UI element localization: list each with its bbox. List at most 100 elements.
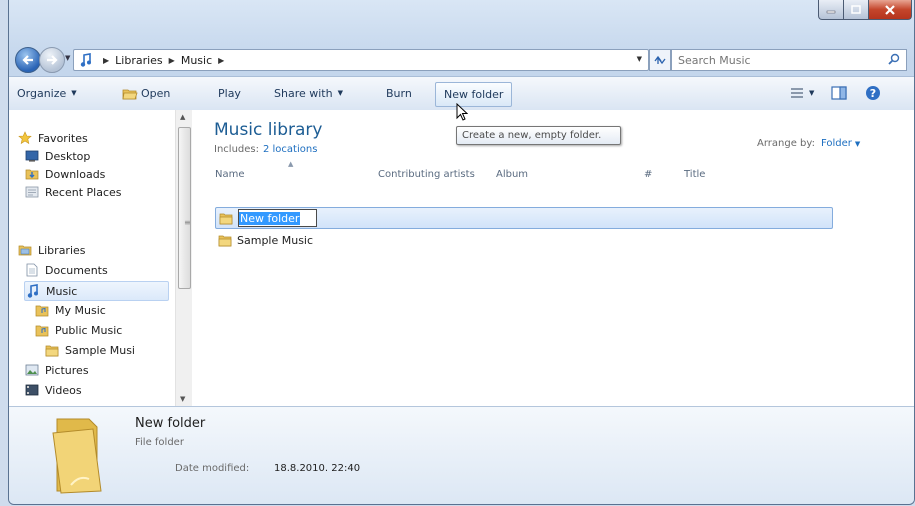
details-date-value: 18.8.2010. 22:40 (274, 463, 361, 474)
help-icon: ? (866, 86, 880, 100)
search-box[interactable] (671, 49, 907, 71)
downloads-folder-icon (24, 166, 40, 182)
details-pane: New folder File folder Date modified: 18… (9, 406, 914, 504)
desktop-icon (24, 148, 40, 164)
refresh-button[interactable] (649, 49, 671, 71)
navigation-row: ▼ ▶ Libraries ▶ Music ▶ ▼ (9, 46, 914, 74)
nav-item-public-music[interactable]: Public Music (34, 321, 122, 339)
libraries-icon (17, 242, 33, 258)
breadcrumb-separator[interactable]: ▶ (218, 56, 224, 65)
sort-ascending-icon: ▲ (288, 160, 294, 168)
column-header-album[interactable]: Album (496, 169, 528, 180)
nav-item-music[interactable]: Music (24, 281, 169, 301)
nav-item-videos[interactable]: Videos (24, 381, 82, 399)
mouse-cursor-icon (456, 103, 468, 121)
view-list-icon (791, 88, 803, 98)
breadcrumb-separator[interactable]: ▶ (169, 56, 175, 65)
open-button[interactable]: Open (122, 77, 170, 110)
scroll-down-icon[interactable]: ▼ (180, 395, 185, 403)
list-item[interactable]: Sample Music (215, 230, 831, 250)
share-with-button[interactable]: Share with ▼ (274, 77, 343, 110)
nav-item-desktop[interactable]: Desktop (24, 147, 90, 165)
nav-label: Libraries (38, 243, 86, 257)
folder-icon (219, 212, 235, 225)
scrollbar-thumb[interactable]: ≡ (178, 127, 191, 289)
back-arrow-icon (22, 55, 33, 65)
chevron-down-icon: ▼ (809, 89, 815, 97)
nav-label: Downloads (45, 167, 106, 181)
details-item-type: File folder (135, 437, 184, 448)
chevron-down-icon: ▼ (71, 89, 77, 97)
nav-item-documents[interactable]: Documents (24, 261, 108, 279)
help-button[interactable]: ? (865, 85, 881, 101)
library-includes: Includes: 2 locations (214, 144, 317, 155)
nav-label: Recent Places (45, 185, 122, 199)
change-view-button[interactable]: ▼ (789, 85, 814, 101)
nav-item-downloads[interactable]: Downloads (24, 165, 105, 183)
nav-item-favorites[interactable]: Favorites (17, 129, 88, 147)
nav-pane-scrollbar[interactable]: ▲ ≡ ▼ (175, 110, 192, 406)
nav-label: My Music (55, 303, 106, 317)
organize-label: Organize (17, 87, 67, 100)
burn-button[interactable]: Burn (386, 77, 412, 110)
nav-label: Music (46, 284, 78, 298)
nav-item-recent-places[interactable]: Recent Places (24, 183, 122, 201)
preview-pane-button[interactable] (831, 85, 847, 101)
nav-item-pictures[interactable]: Pictures (24, 361, 89, 379)
list-item[interactable]: New folder (215, 207, 833, 229)
maximize-button[interactable] (844, 0, 869, 20)
close-icon (885, 4, 895, 15)
star-icon (17, 130, 33, 146)
chevron-down-icon: ▼ (337, 89, 343, 97)
nav-label: Documents (45, 263, 108, 277)
document-icon (24, 262, 40, 278)
grip-icon: ≡ (184, 218, 191, 227)
window-controls (818, 0, 912, 20)
column-header-track-number[interactable]: # (644, 169, 652, 180)
navigation-pane: Favorites Desktop Downloads Recent Place… (9, 110, 175, 406)
breadcrumb-libraries[interactable]: Libraries (115, 54, 163, 67)
minimize-button[interactable] (818, 0, 844, 20)
breadcrumb-music[interactable]: Music (181, 54, 212, 67)
column-header-contributing-artists[interactable]: Contributing artists (378, 169, 475, 180)
file-name: Sample Music (237, 233, 314, 247)
close-button[interactable] (869, 0, 912, 20)
open-label: Open (141, 87, 171, 100)
details-item-name: New folder (135, 416, 206, 431)
search-icon[interactable] (888, 53, 900, 65)
scroll-up-icon[interactable]: ▲ (180, 113, 185, 121)
preview-pane-icon (831, 86, 847, 100)
organize-button[interactable]: Organize ▼ (17, 77, 77, 110)
videos-icon (24, 382, 40, 398)
nav-item-sample-music[interactable]: Sample Musi (44, 341, 135, 359)
content-area: Favorites Desktop Downloads Recent Place… (9, 110, 914, 406)
arrange-by-dropdown[interactable]: Folder (821, 138, 852, 149)
forward-button[interactable] (39, 47, 65, 73)
nav-item-libraries[interactable]: Libraries (17, 241, 86, 259)
includes-label: Includes: (214, 144, 259, 155)
rename-input[interactable]: New folder (238, 209, 318, 227)
address-history-dropdown[interactable]: ▼ (637, 55, 642, 63)
back-button[interactable] (15, 47, 41, 73)
chevron-down-icon[interactable]: ▼ (855, 140, 860, 148)
recent-pages-dropdown[interactable]: ▼ (65, 54, 70, 62)
column-header-title[interactable]: Title (684, 169, 705, 180)
search-input[interactable] (672, 52, 880, 68)
arrange-by: Arrange by: Folder ▼ (757, 138, 860, 149)
new-folder-button[interactable]: New folder (435, 82, 513, 107)
address-bar[interactable]: ▶ Libraries ▶ Music ▶ ▼ (73, 49, 649, 71)
column-header-name[interactable]: Name (215, 169, 245, 180)
nav-label: Videos (45, 383, 82, 397)
includes-locations-link[interactable]: 2 locations (263, 144, 317, 155)
folder-music-icon (34, 302, 50, 318)
play-button[interactable]: Play (218, 77, 241, 110)
nav-label: Pictures (45, 363, 89, 377)
minimize-icon (826, 10, 836, 13)
new-folder-tooltip: Create a new, empty folder. (456, 126, 621, 145)
refresh-icon (654, 55, 666, 65)
breadcrumb-separator[interactable]: ▶ (103, 56, 109, 65)
nav-item-my-music[interactable]: My Music (34, 301, 106, 319)
library-title: Music library (214, 120, 323, 140)
nav-label: Sample Musi (65, 343, 135, 357)
file-list-pane: Music library Includes: 2 locations Arran… (194, 110, 914, 406)
